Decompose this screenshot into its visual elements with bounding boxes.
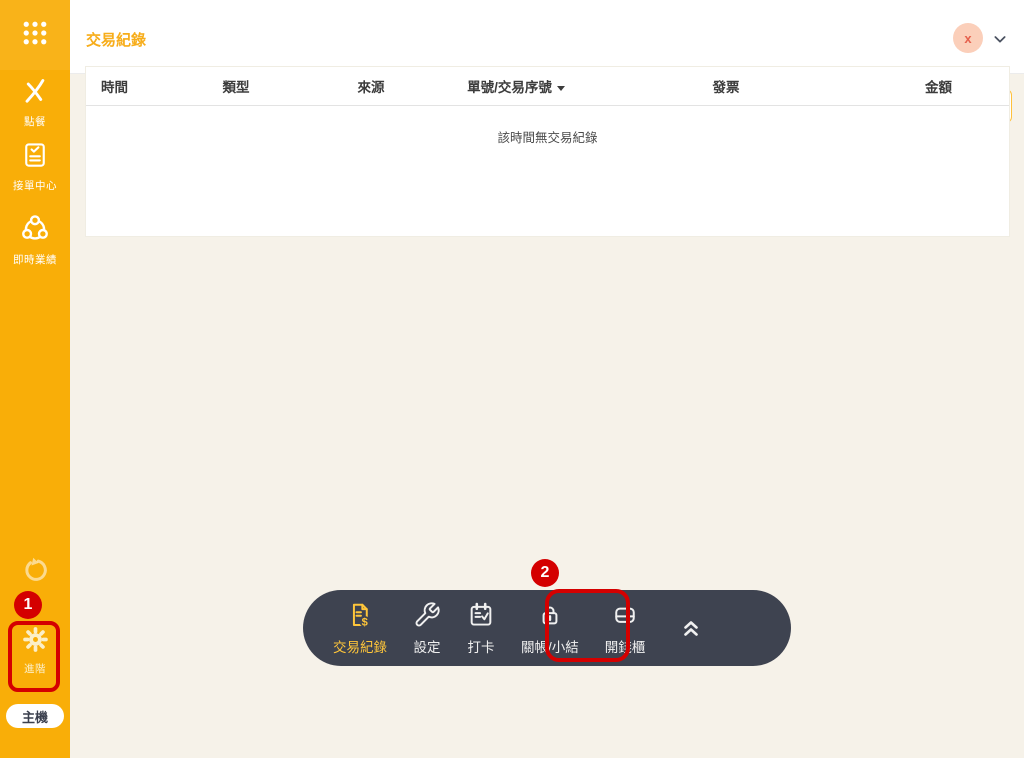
toolbar-item-clock-in[interactable]: 打卡	[467, 601, 495, 656]
pos-app: 點餐 接單中心 即時業績 進階 主機 交易紀錄 x 單號 時間 類型 來源 單號…	[0, 0, 1024, 768]
sidebar: 點餐 接單中心 即時業績 進階 主機	[0, 0, 70, 758]
toolbar-item-label: 開錢櫃	[604, 639, 646, 655]
sort-caret-icon	[556, 85, 565, 91]
svg-text:$: $	[362, 616, 368, 628]
avatar-letter: x	[964, 30, 972, 46]
column-header-amount: 金額	[925, 80, 952, 95]
sidebar-item-label: 點餐	[24, 116, 46, 128]
column-header-source: 來源	[357, 80, 385, 95]
sidebar-refresh-button[interactable]	[0, 556, 70, 591]
toolbar-item-label: 交易紀錄	[333, 639, 387, 655]
top-bar: 交易紀錄 x	[70, 0, 1024, 74]
cash-drawer-icon	[611, 601, 639, 634]
host-badge-label: 主機	[21, 709, 48, 725]
gear-icon	[22, 626, 49, 658]
toolbar-collapse-button[interactable]	[679, 615, 703, 641]
grid-icon	[20, 18, 50, 53]
column-header-invoice: 發票	[712, 80, 740, 95]
annotation-step-1-number: 1	[23, 596, 33, 613]
order-doc-icon	[20, 140, 50, 175]
toolbar-item-settings[interactable]: 設定	[413, 601, 441, 656]
sidebar-item-label: 進階	[24, 663, 46, 675]
host-badge: 主機	[6, 704, 64, 728]
transactions-table: 時間 類型 來源 單號/交易序號 發票 金額 該時間無交易紀錄	[85, 66, 1010, 237]
sidebar-item-realtime-sales[interactable]: 即時業績	[0, 212, 70, 267]
account-chevron-down-icon[interactable]	[992, 31, 1008, 47]
toolbar-item-open-drawer[interactable]: 開錢櫃	[604, 601, 646, 656]
toolbar-item-transactions[interactable]: $ 交易紀錄	[333, 601, 387, 656]
x-logo-icon	[20, 76, 50, 111]
toolbar-item-close-account[interactable]: 關帳/小結	[521, 601, 579, 656]
network-icon	[19, 212, 51, 249]
sidebar-item-order[interactable]: 點餐	[0, 76, 70, 129]
column-header-order-serial[interactable]: 單號/交易序號	[446, 76, 586, 96]
sidebar-item-label: 即時業績	[13, 254, 57, 266]
double-chevron-up-icon	[679, 621, 703, 645]
padlock-icon	[536, 601, 564, 634]
annotation-step-2-number: 2	[540, 564, 550, 581]
page-title: 交易紀錄	[86, 32, 147, 49]
avatar[interactable]: x	[953, 23, 983, 53]
toolbar-item-label: 關帳/小結	[521, 639, 579, 655]
toolbar-item-label: 打卡	[467, 639, 495, 655]
sidebar-item-order-center[interactable]: 接單中心	[0, 140, 70, 193]
empty-state-message: 該時間無交易紀錄	[497, 131, 598, 145]
refresh-icon	[20, 556, 50, 591]
annotation-step-2-badge: 2	[531, 559, 559, 587]
column-header-type: 類型	[222, 80, 250, 95]
sidebar-item-advanced[interactable]: 進階	[0, 626, 70, 676]
calendar-check-icon	[467, 601, 495, 634]
column-header-time: 時間	[101, 80, 128, 95]
receipt-dollar-icon: $	[346, 601, 374, 634]
table-header-row: 時間 類型 來源 單號/交易序號 發票 金額	[86, 67, 1009, 106]
app-menu-button[interactable]	[0, 0, 70, 70]
toolbar-item-label: 設定	[413, 639, 441, 655]
column-header-label: 單號/交易序號	[467, 80, 552, 95]
wrench-icon	[413, 601, 441, 634]
sidebar-item-label: 接單中心	[13, 180, 57, 192]
bottom-toolbar: $ 交易紀錄 設定 打卡 關帳/小結 開錢櫃	[303, 590, 791, 666]
annotation-step-1-badge: 1	[14, 591, 42, 619]
